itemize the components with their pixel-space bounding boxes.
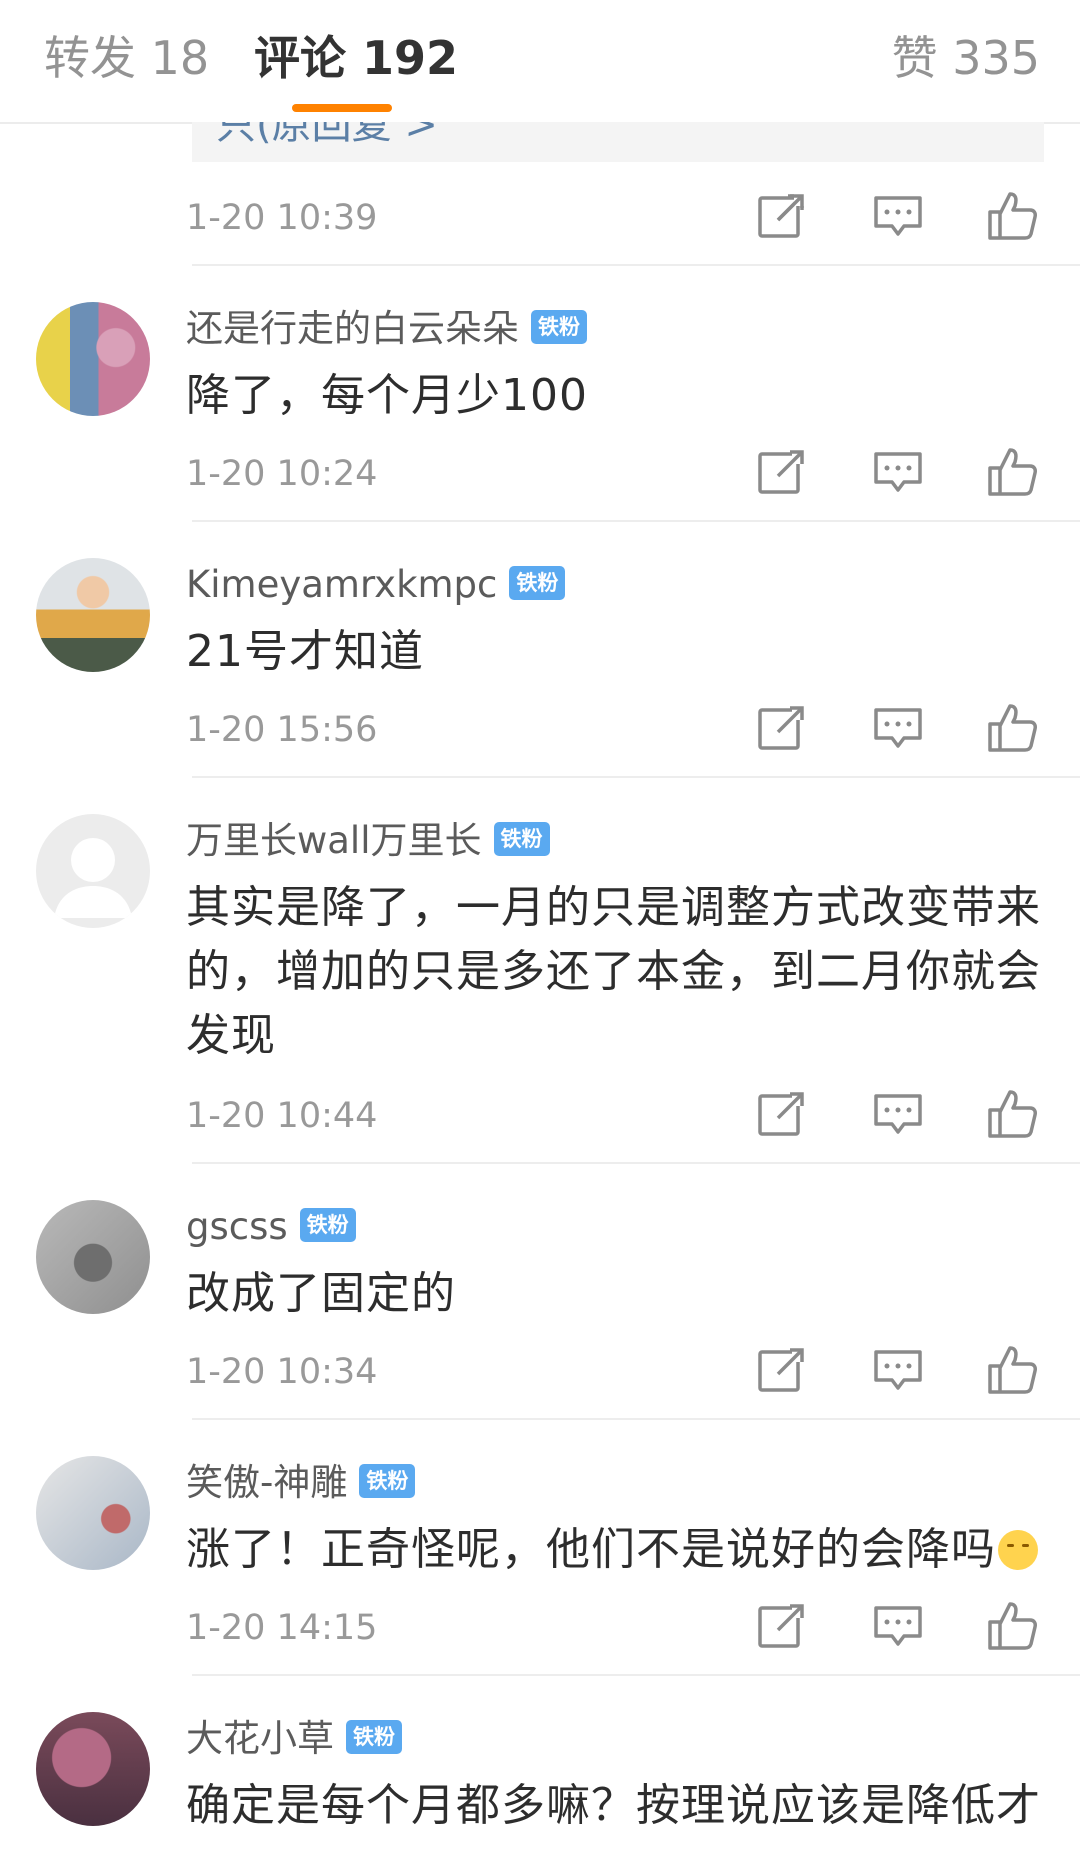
username[interactable]: 笑傲-神雕 铁粉 bbox=[186, 1460, 416, 1506]
iron-fan-badge: 铁粉 bbox=[493, 821, 550, 856]
comment-text: 涨了！正奇怪呢，他们不是说好的会降吗 bbox=[186, 1518, 1046, 1582]
iron-fan-badge: 铁粉 bbox=[359, 1463, 416, 1498]
share-icon[interactable] bbox=[756, 190, 808, 242]
share-icon[interactable] bbox=[756, 702, 808, 754]
username[interactable]: 还是行走的白云朵朵 铁粉 bbox=[186, 306, 587, 352]
like-icon[interactable] bbox=[986, 1344, 1038, 1396]
avatar[interactable] bbox=[36, 814, 150, 928]
comment-icon[interactable] bbox=[872, 1344, 924, 1396]
username[interactable]: 大花小草 铁粉 bbox=[186, 1716, 402, 1762]
comment-text: 改成了固定的 bbox=[186, 1268, 456, 1319]
comment-time: 1-20 14:15 bbox=[186, 1608, 378, 1648]
username-text: Kimeyamrxkmpc bbox=[186, 563, 498, 606]
avatar[interactable] bbox=[36, 1200, 150, 1314]
comment-time: 1-20 10:44 bbox=[186, 1096, 378, 1136]
divider bbox=[192, 776, 1080, 778]
divider bbox=[192, 520, 1080, 522]
username-text: 大花小草 bbox=[186, 1717, 334, 1760]
username-text: 万里长wall万里长 bbox=[186, 819, 482, 862]
like-icon[interactable] bbox=[986, 446, 1038, 498]
comment-text: 降了，每个月少100 bbox=[186, 370, 588, 421]
avatar[interactable] bbox=[36, 558, 150, 672]
comment-time: 1-20 15:56 bbox=[186, 710, 378, 750]
share-icon[interactable] bbox=[756, 1088, 808, 1140]
username-text: gscss bbox=[186, 1205, 288, 1248]
like-icon[interactable] bbox=[986, 1088, 1038, 1140]
comment-list: 只(原回复 > 1-20 10:39 还是行走的白云朵朵 铁粉 降了，每个月少10… bbox=[0, 0, 1080, 1864]
divider bbox=[192, 264, 1080, 266]
iron-fan-badge: 铁粉 bbox=[531, 309, 587, 344]
like-icon[interactable] bbox=[986, 702, 1038, 754]
comment-text: 确定是每个月都多嘛？按理说应该是降低才 bbox=[186, 1780, 1041, 1831]
comment-text-content: 涨了！正奇怪呢，他们不是说好的会降吗 bbox=[186, 1524, 996, 1575]
reply-preview-text: 只(原回复 > bbox=[216, 122, 438, 148]
divider bbox=[192, 1674, 1080, 1676]
username[interactable]: gscss 铁粉 bbox=[186, 1204, 356, 1250]
iron-fan-badge: 铁粉 bbox=[299, 1207, 356, 1242]
comment-icon[interactable] bbox=[872, 446, 924, 498]
shushing-face-emoji bbox=[998, 1530, 1038, 1570]
divider bbox=[192, 1418, 1080, 1420]
comment-text: 21号才知道 bbox=[186, 626, 424, 677]
username-text: 笑傲-神雕 bbox=[186, 1461, 348, 1504]
iron-fan-badge: 铁粉 bbox=[509, 565, 566, 600]
comment-time: 1-20 10:24 bbox=[186, 454, 378, 494]
comment-time: 1-20 10:39 bbox=[186, 198, 378, 238]
share-icon[interactable] bbox=[756, 446, 808, 498]
username[interactable]: 万里长wall万里长 铁粉 bbox=[186, 818, 550, 864]
divider bbox=[192, 1162, 1080, 1164]
iron-fan-badge: 铁粉 bbox=[346, 1719, 402, 1754]
like-icon[interactable] bbox=[986, 1600, 1038, 1652]
share-icon[interactable] bbox=[756, 1344, 808, 1396]
share-icon[interactable] bbox=[756, 1600, 808, 1652]
comment-text: 其实是降了，一月的只是调整方式改变带来的，增加的只是多还了本金，到二月你就会发现 bbox=[186, 882, 1041, 1061]
username[interactable]: Kimeyamrxkmpc 铁粉 bbox=[186, 562, 566, 608]
reply-preview[interactable]: 只(原回复 > bbox=[192, 122, 1044, 162]
avatar[interactable] bbox=[36, 1456, 150, 1570]
comment-icon[interactable] bbox=[872, 702, 924, 754]
avatar[interactable] bbox=[36, 302, 150, 416]
comment-icon[interactable] bbox=[872, 1600, 924, 1652]
comment-time: 1-20 10:34 bbox=[186, 1352, 378, 1392]
username-text: 还是行走的白云朵朵 bbox=[186, 307, 519, 350]
comment-icon[interactable] bbox=[872, 1088, 924, 1140]
like-icon[interactable] bbox=[986, 190, 1038, 242]
avatar[interactable] bbox=[36, 1712, 150, 1826]
comment-icon[interactable] bbox=[872, 190, 924, 242]
